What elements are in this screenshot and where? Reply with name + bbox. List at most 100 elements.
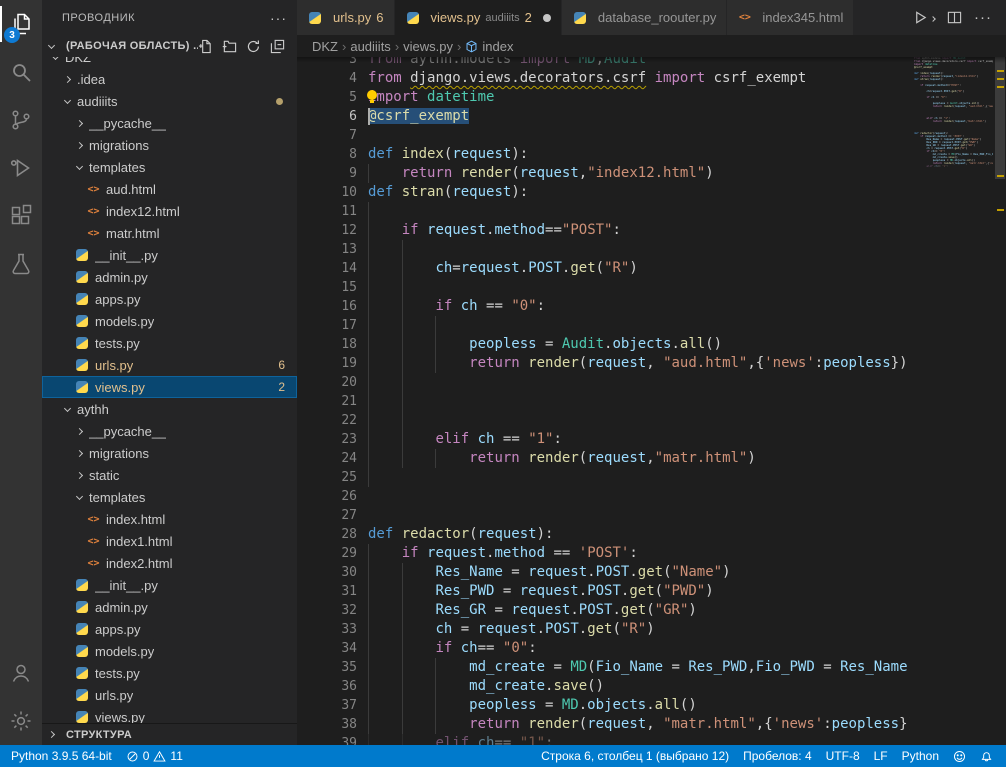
code-line[interactable]: 25 bbox=[297, 468, 910, 487]
tree-item-admin.py[interactable]: admin.py bbox=[42, 266, 297, 288]
line-number[interactable]: 37 bbox=[297, 696, 357, 715]
code-line[interactable]: 8def index(request): bbox=[297, 145, 910, 164]
breadcrumb-views.py[interactable]: views.py bbox=[403, 39, 453, 54]
line-content[interactable]: def index(request): bbox=[368, 145, 910, 164]
line-content[interactable] bbox=[368, 487, 910, 506]
line-number[interactable]: 29 bbox=[297, 544, 357, 563]
status-language-mode[interactable]: Python bbox=[895, 745, 946, 767]
collapse-all-icon[interactable] bbox=[270, 39, 285, 54]
line-number[interactable]: 30 bbox=[297, 563, 357, 582]
code-line[interactable]: 34 if ch== "0": bbox=[297, 639, 910, 658]
tree-item-index1.html[interactable]: index1.html bbox=[42, 530, 297, 552]
line-number[interactable]: 16 bbox=[297, 297, 357, 316]
line-content[interactable] bbox=[368, 411, 910, 430]
code-line[interactable]: 28def redactor(request): bbox=[297, 525, 910, 544]
code-area[interactable]: 3from aythh.models import MD,Audit4from … bbox=[297, 57, 910, 745]
tree-item-.idea[interactable]: .idea bbox=[42, 68, 297, 90]
line-number[interactable]: 9 bbox=[297, 164, 357, 183]
line-number[interactable]: 39 bbox=[297, 734, 357, 745]
status-notifications[interactable] bbox=[973, 745, 1000, 767]
code-line[interactable]: 33 ch = request.POST.get("R") bbox=[297, 620, 910, 639]
new-folder-icon[interactable] bbox=[222, 39, 237, 54]
line-number[interactable]: 23 bbox=[297, 430, 357, 449]
code-line[interactable]: 37 peopless = MD.objects.all() bbox=[297, 696, 910, 715]
line-content[interactable] bbox=[368, 392, 910, 411]
activity-item-account[interactable] bbox=[0, 649, 42, 697]
code-editor[interactable]: 3from aythh.models import MD,Audit4from … bbox=[297, 57, 1006, 745]
tree-item-templates[interactable]: templates bbox=[42, 156, 297, 178]
code-line[interactable]: 11 bbox=[297, 202, 910, 221]
tab-index345.html[interactable]: index345.html bbox=[727, 0, 854, 35]
status-cursor-position[interactable]: Строка 6, столбец 1 (выбрано 12) bbox=[534, 745, 736, 767]
tree-item-urls.py[interactable]: urls.py6 bbox=[42, 354, 297, 376]
line-content[interactable]: def stran(request): bbox=[368, 183, 910, 202]
status-eol[interactable]: LF bbox=[867, 745, 895, 767]
line-content[interactable]: ch=request.POST.get("R") bbox=[368, 259, 910, 278]
line-content[interactable]: from django.views.decorators.csrf import… bbox=[368, 69, 910, 88]
line-content[interactable]: if request.method == 'POST': bbox=[368, 544, 910, 563]
status-encoding[interactable]: UTF-8 bbox=[819, 745, 867, 767]
tree-item-migrations[interactable]: migrations bbox=[42, 442, 297, 464]
status-problems[interactable]: 011 bbox=[119, 745, 190, 767]
activity-item-extensions[interactable] bbox=[0, 192, 42, 240]
tree-item-matr.html[interactable]: matr.html bbox=[42, 222, 297, 244]
line-content[interactable]: if request.method=="POST": bbox=[368, 221, 910, 240]
line-number[interactable]: 31 bbox=[297, 582, 357, 601]
line-content[interactable]: md_create = MD(Fio_Name = Res_PWD,Fio_PW… bbox=[368, 658, 910, 677]
tree-item-tests.py[interactable]: tests.py bbox=[42, 662, 297, 684]
tree-item-aythh[interactable]: aythh bbox=[42, 398, 297, 420]
line-content[interactable]: @csrf_exempt bbox=[368, 107, 910, 126]
code-line[interactable]: 32 Res_GR = request.POST.get("GR") bbox=[297, 601, 910, 620]
breadcrumb-index[interactable]: index bbox=[465, 39, 513, 54]
workspace-section-header[interactable]: (РАБОЧАЯ ОБЛАСТЬ) ... bbox=[42, 35, 297, 57]
activity-item-settings-gear[interactable] bbox=[0, 697, 42, 745]
tree-item-apps.py[interactable]: apps.py bbox=[42, 618, 297, 640]
line-content[interactable]: peopless = MD.objects.all() bbox=[368, 696, 910, 715]
code-line[interactable]: 6 @csrf_exempt bbox=[297, 107, 910, 126]
line-content[interactable]: elif ch== "1": bbox=[368, 734, 910, 745]
more-actions-icon[interactable]: ··· bbox=[270, 10, 287, 26]
activity-item-explorer[interactable]: 3 bbox=[0, 0, 42, 48]
line-content[interactable] bbox=[368, 202, 910, 221]
more-actions-icon[interactable]: ··· bbox=[974, 9, 992, 26]
line-content[interactable] bbox=[368, 316, 910, 335]
line-content[interactable]: return render(request,"matr.html") bbox=[368, 449, 910, 468]
line-content[interactable]: from aythh.models import MD,Audit bbox=[368, 57, 910, 69]
code-line[interactable]: 35 md_create = MD(Fio_Name = Res_PWD,Fio… bbox=[297, 658, 910, 677]
line-content[interactable]: def redactor(request): bbox=[368, 525, 910, 544]
line-number[interactable]: 26 bbox=[297, 487, 357, 506]
vertical-scrollbar[interactable] bbox=[995, 57, 1005, 179]
tab-views.py[interactable]: views.pyaudiiits2 bbox=[395, 0, 562, 35]
line-number[interactable]: 21 bbox=[297, 392, 357, 411]
line-number[interactable]: 3 bbox=[297, 57, 357, 69]
line-content[interactable] bbox=[368, 373, 910, 392]
tree-item-index12.html[interactable]: index12.html bbox=[42, 200, 297, 222]
code-line[interactable]: 31 Res_PWD = request.POST.get("PWD") bbox=[297, 582, 910, 601]
line-number[interactable]: 14 bbox=[297, 259, 357, 278]
code-line[interactable]: 10 def stran(request): bbox=[297, 183, 910, 202]
code-line[interactable]: 23 elif ch == "1": bbox=[297, 430, 910, 449]
breadcrumb-DKZ[interactable]: DKZ bbox=[312, 39, 338, 54]
line-number[interactable]: 19 bbox=[297, 354, 357, 373]
code-line[interactable]: 39 elif ch== "1": bbox=[297, 734, 910, 745]
line-number[interactable]: 5 bbox=[297, 88, 357, 107]
line-number[interactable]: 17 bbox=[297, 316, 357, 335]
line-content[interactable]: return render(request, "aud.html",{'news… bbox=[368, 354, 910, 373]
tree-item-admin.py[interactable]: admin.py bbox=[42, 596, 297, 618]
line-number[interactable]: 6 bbox=[297, 107, 357, 126]
line-number[interactable]: 11 bbox=[297, 202, 357, 221]
line-number[interactable]: 10 bbox=[297, 183, 357, 202]
tree-item-__init__.py[interactable]: __init__.py bbox=[42, 244, 297, 266]
line-number[interactable]: 38 bbox=[297, 715, 357, 734]
line-content[interactable]: Res_PWD = request.POST.get("PWD") bbox=[368, 582, 910, 601]
code-line[interactable]: 5import datetime bbox=[297, 88, 910, 107]
lightbulb-icon[interactable] bbox=[366, 90, 379, 104]
activity-item-run-debug[interactable] bbox=[0, 144, 42, 192]
tree-item-aud.html[interactable]: aud.html bbox=[42, 178, 297, 200]
line-number[interactable]: 22 bbox=[297, 411, 357, 430]
minimap[interactable]: from aythh.models import MD,Auditfrom dj… bbox=[914, 57, 993, 745]
tree-item-views.py[interactable]: views.py2 bbox=[42, 376, 297, 398]
tree-item-index2.html[interactable]: index2.html bbox=[42, 552, 297, 574]
code-line[interactable]: 24 return render(request,"matr.html") bbox=[297, 449, 910, 468]
line-content[interactable]: md_create.save() bbox=[368, 677, 910, 696]
